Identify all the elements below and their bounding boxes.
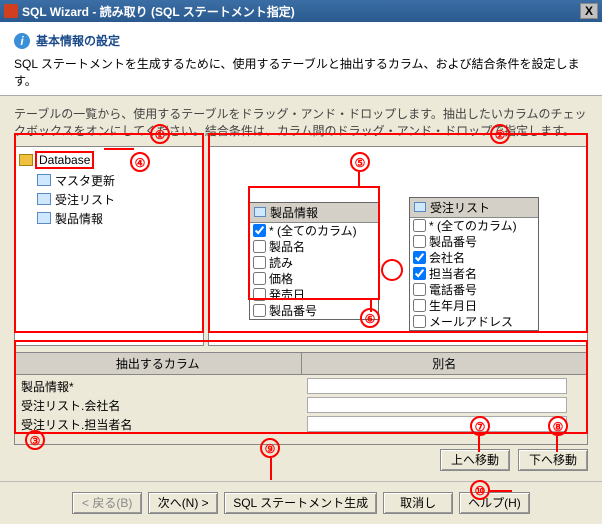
header-desc: SQL ステートメントを生成するために、使用するテーブルと抽出するカラム、および… — [14, 55, 588, 89]
generate-sql-button[interactable]: SQL ステートメント生成 — [224, 492, 377, 514]
col-label: 担当者名 — [429, 265, 477, 282]
grid-head-extract: 抽出するカラム — [15, 353, 302, 374]
col-check[interactable] — [253, 288, 266, 301]
col-label: 発売日 — [269, 286, 305, 303]
col-check[interactable] — [253, 272, 266, 285]
col-label: 製品番号 — [429, 233, 477, 250]
back-button[interactable]: < 戻る(B) — [72, 492, 142, 514]
move-up-button[interactable]: 上へ移動 — [440, 449, 510, 471]
cell-extract: 製品情報* — [15, 377, 301, 396]
window-title: SQL Wizard - 読み取り (SQL ステートメント指定) — [22, 3, 580, 20]
grid-header: 抽出するカラム 別名 — [14, 352, 588, 375]
database-icon — [19, 154, 33, 166]
tablebox-1[interactable]: 製品情報 * (全てのカラム) 製品名 読み 価格 発売日 製品番号 — [249, 202, 379, 320]
table-icon — [414, 202, 426, 212]
col-label: * (全てのカラム) — [429, 217, 517, 234]
alias-input[interactable] — [307, 378, 567, 394]
col-check[interactable] — [253, 256, 266, 269]
header-title: 基本情報の設定 — [36, 32, 120, 49]
col-check[interactable] — [413, 219, 426, 232]
close-button[interactable]: X — [580, 3, 598, 19]
col-label: 読み — [269, 254, 293, 271]
table-tree[interactable]: Database マスタ更新 受注リスト 製品情報 — [14, 146, 204, 346]
col-check[interactable] — [253, 304, 266, 317]
col-check[interactable] — [253, 224, 266, 237]
table-icon — [37, 212, 51, 224]
col-check[interactable] — [413, 299, 426, 312]
design-canvas[interactable]: 製品情報 * (全てのカラム) 製品名 読み 価格 発売日 製品番号 受注リスト… — [208, 146, 588, 346]
col-check[interactable] — [413, 251, 426, 264]
instruction-text: テーブルの一覧から、使用するテーブルをドラッグ・アンド・ドロップします。抽出した… — [0, 96, 602, 146]
grid-head-alias: 別名 — [302, 353, 588, 374]
tablebox-2[interactable]: 受注リスト * (全てのカラム) 製品番号 会社名 担当者名 電話番号 生年月日… — [409, 197, 539, 331]
table-icon — [37, 193, 51, 205]
col-label: 製品名 — [269, 238, 305, 255]
alias-input[interactable] — [307, 416, 567, 432]
info-icon: i — [14, 33, 30, 49]
titlebar: SQL Wizard - 読み取り (SQL ステートメント指定) X — [0, 0, 602, 22]
col-check[interactable] — [253, 240, 266, 253]
grid-body: 製品情報* 受注リスト.会社名 受注リスト.担当者名 — [14, 375, 588, 445]
cancel-button[interactable]: 取消し — [383, 492, 453, 514]
tree-item-label: マスタ更新 — [55, 172, 115, 189]
tree-item[interactable]: 製品情報 — [37, 209, 199, 228]
col-label: 価格 — [269, 270, 293, 287]
grid-row[interactable]: 受注リスト.会社名 — [15, 396, 587, 415]
cell-extract: 受注リスト.担当者名 — [15, 415, 301, 434]
tree-root-label: Database — [35, 151, 94, 169]
alias-input[interactable] — [307, 397, 567, 413]
col-label: 会社名 — [429, 249, 465, 266]
tree-item-label: 製品情報 — [55, 210, 103, 227]
table-icon — [37, 174, 51, 186]
tablebox-title: 受注リスト — [430, 199, 490, 216]
join-circle-annotation — [381, 259, 403, 281]
tree-item[interactable]: マスタ更新 — [37, 171, 199, 190]
col-label: 製品番号 — [269, 302, 317, 319]
move-down-button[interactable]: 下へ移動 — [518, 449, 588, 471]
tree-item-label: 受注リスト — [55, 191, 115, 208]
grid-row[interactable]: 受注リスト.担当者名 — [15, 415, 587, 434]
col-label: * (全てのカラム) — [269, 222, 357, 239]
col-label: 電話番号 — [429, 281, 477, 298]
col-check[interactable] — [413, 267, 426, 280]
header: i 基本情報の設定 SQL ステートメントを生成するために、使用するテーブルと抽… — [0, 22, 602, 96]
col-label: メールアドレス — [429, 313, 513, 330]
help-button[interactable]: ヘルプ(H) — [459, 492, 530, 514]
col-check[interactable] — [413, 235, 426, 248]
grid-row[interactable]: 製品情報* — [15, 377, 587, 396]
next-button[interactable]: 次へ(N) > — [148, 492, 218, 514]
app-icon — [4, 4, 18, 18]
col-label: 生年月日 — [429, 297, 477, 314]
table-icon — [254, 207, 266, 217]
col-check[interactable] — [413, 283, 426, 296]
tree-item[interactable]: 受注リスト — [37, 190, 199, 209]
col-check[interactable] — [413, 315, 426, 328]
cell-extract: 受注リスト.会社名 — [15, 396, 301, 415]
tree-root[interactable]: Database — [19, 151, 199, 169]
tablebox-title: 製品情報 — [270, 204, 318, 221]
